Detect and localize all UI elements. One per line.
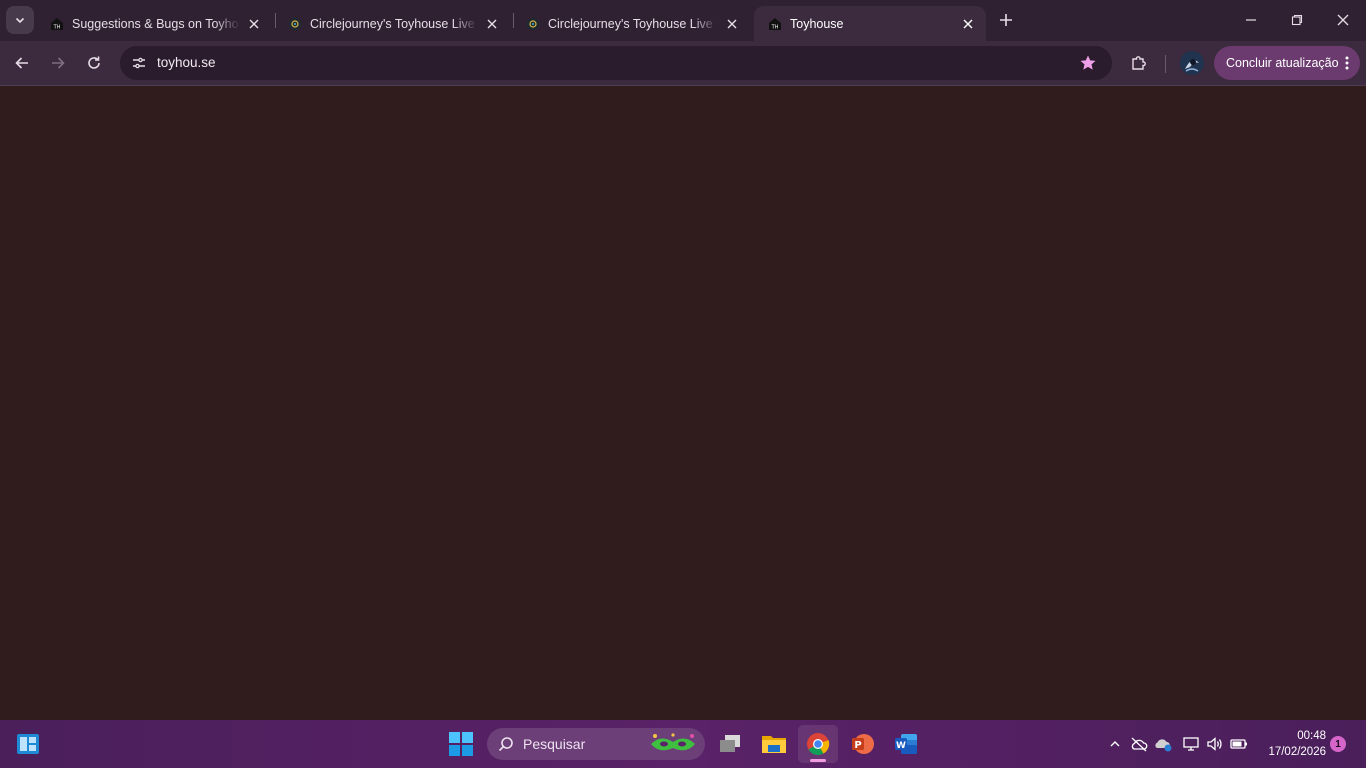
taskbar-search[interactable]: Pesquisar <box>487 728 705 760</box>
restore-icon <box>1291 14 1303 26</box>
tab-live-code-editor-2[interactable]: Circlejourney's Toyhouse Live Code Edito… <box>512 6 750 41</box>
close-tab-icon[interactable] <box>246 16 262 32</box>
tab-title: Circlejourney's Toyhouse Live Code Edito… <box>548 16 718 31</box>
close-window-button[interactable] <box>1320 0 1366 40</box>
circlejourney-favicon-icon <box>288 17 302 31</box>
tray-volume[interactable] <box>1204 732 1226 756</box>
search-icon <box>498 737 513 752</box>
update-label: Concluir atualização <box>1226 56 1339 70</box>
puzzle-icon <box>1132 56 1146 70</box>
taskbar-task-view[interactable] <box>710 725 750 763</box>
folder-icon <box>762 736 786 753</box>
arrow-left-icon <box>15 57 28 69</box>
start-button[interactable] <box>449 732 473 756</box>
address-text: toyhou.se <box>157 55 216 70</box>
taskbar-powerpoint[interactable]: P <box>842 725 882 763</box>
restore-button[interactable] <box>1274 0 1320 40</box>
tab-title: Suggestions & Bugs on Toyhouse <box>72 16 240 31</box>
tray-onedrive-offline[interactable] <box>1128 732 1150 756</box>
tab-search-button[interactable] <box>6 6 34 34</box>
windows-taskbar: Pesquisar P W 00:48 17/02/2026 1 <box>0 720 1366 768</box>
tray-network[interactable] <box>1180 732 1202 756</box>
clock-time: 00:48 <box>1297 730 1326 742</box>
bookmark-star-icon[interactable] <box>1078 53 1098 73</box>
battery-charging-icon <box>1230 739 1247 749</box>
profile-avatar[interactable] <box>1180 51 1204 75</box>
tab-strip: TH Suggestions & Bugs on Toyhouse Circle… <box>0 0 1366 41</box>
address-bar[interactable]: toyhou.se <box>120 46 1112 80</box>
tab-live-code-editor-1[interactable]: Circlejourney's Toyhouse Live Code Edito… <box>274 6 510 41</box>
widgets-button[interactable] <box>16 732 40 756</box>
more-vertical-icon <box>1345 56 1349 70</box>
circlejourney-favicon-icon <box>526 17 540 31</box>
new-tab-button[interactable] <box>994 8 1018 32</box>
update-button[interactable]: Concluir atualização <box>1214 46 1360 80</box>
reload-button[interactable] <box>80 49 108 77</box>
tab-title: Circlejourney's Toyhouse Live Code Edito… <box>310 16 478 31</box>
show-hidden-icons-button[interactable] <box>1104 732 1126 756</box>
profile-picture-icon <box>1180 51 1204 75</box>
tray-onedrive[interactable] <box>1152 732 1174 756</box>
browser-toolbar: toyhou.se Concluir atualização <box>0 41 1366 86</box>
windows-logo-icon <box>449 732 473 756</box>
widgets-icon <box>17 734 39 754</box>
carnival-mask-icon <box>651 733 695 751</box>
svg-text:P: P <box>854 740 861 751</box>
toolbar-separator <box>1165 55 1166 73</box>
taskbar-chrome[interactable] <box>798 725 838 763</box>
taskbar-word[interactable]: W <box>886 725 926 763</box>
taskbar-clock[interactable]: 00:48 17/02/2026 <box>1258 728 1326 760</box>
notification-badge[interactable]: 1 <box>1330 736 1346 752</box>
tab-suggestions-bugs[interactable]: TH Suggestions & Bugs on Toyhouse <box>36 6 272 41</box>
svg-text:W: W <box>896 741 906 751</box>
taskbar-file-explorer[interactable] <box>754 725 794 763</box>
site-info-icon[interactable] <box>127 51 151 75</box>
extensions-button[interactable] <box>1126 50 1152 76</box>
reload-icon <box>88 56 100 69</box>
clock-date: 17/02/2026 <box>1268 746 1326 758</box>
speaker-icon <box>1207 737 1222 751</box>
minimize-button[interactable] <box>1228 0 1274 40</box>
tab-toyhouse[interactable]: TH Toyhouse <box>754 6 986 41</box>
tab-title: Toyhouse <box>790 16 844 31</box>
plus-icon <box>1000 14 1012 26</box>
cloud-icon <box>1155 739 1172 752</box>
task-view-icon <box>720 735 740 752</box>
minimize-icon <box>1246 19 1256 21</box>
close-tab-icon[interactable] <box>960 16 976 32</box>
forward-button[interactable] <box>44 49 72 77</box>
toyhouse-favicon-icon: TH <box>50 17 64 31</box>
close-icon <box>1337 14 1349 26</box>
chrome-icon <box>807 733 830 755</box>
chevron-down-icon <box>15 17 25 24</box>
word-icon: W <box>895 734 917 754</box>
svg-text:TH: TH <box>53 24 61 30</box>
chevron-up-icon <box>1110 741 1120 747</box>
powerpoint-icon: P <box>852 734 874 754</box>
network-icon <box>1183 737 1199 751</box>
toyhouse-favicon-icon: TH <box>768 17 782 31</box>
close-tab-icon[interactable] <box>484 16 500 32</box>
page-content <box>0 87 1366 720</box>
search-placeholder: Pesquisar <box>523 736 586 752</box>
cloud-off-icon <box>1131 737 1148 752</box>
back-button[interactable] <box>8 49 36 77</box>
close-tab-icon[interactable] <box>724 16 740 32</box>
active-app-indicator <box>810 759 826 762</box>
svg-text:TH: TH <box>771 24 779 30</box>
arrow-right-icon <box>52 57 65 69</box>
tray-battery[interactable] <box>1228 732 1250 756</box>
